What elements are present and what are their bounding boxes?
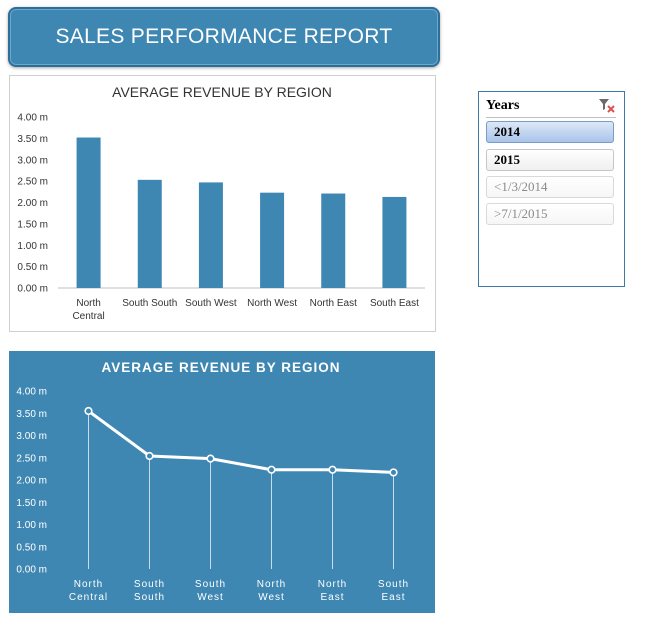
bar-x-tick-label: Central bbox=[72, 311, 104, 322]
bar-y-tick-label: 2.50 m bbox=[17, 177, 48, 188]
bar-y-tick-label: 2.00 m bbox=[17, 198, 48, 209]
clear-filter-icon[interactable] bbox=[598, 98, 616, 114]
bar-mark bbox=[198, 182, 223, 288]
line-y-tick-label: 2.00 m bbox=[16, 476, 47, 487]
line-chart-panel[interactable]: AVERAGE REVENUE BY REGION 0.00 m 0.50 m 1.0… bbox=[9, 351, 435, 613]
line-chart-title: AVERAGE REVENUE BY REGION bbox=[101, 360, 340, 375]
line-x-tick-label: East bbox=[381, 592, 405, 603]
bar-y-tick-label: 1.00 m bbox=[17, 241, 48, 252]
line-point bbox=[328, 465, 337, 474]
bar-y-tick-label: 3.00 m bbox=[17, 155, 48, 166]
bar-mark bbox=[321, 193, 346, 288]
line-x-tick-label: South bbox=[134, 592, 165, 603]
bar-y-tick-label: 4.00 m bbox=[17, 113, 48, 124]
line-y-tick-label: 1.00 m bbox=[16, 520, 47, 531]
line-x-tick-label: South bbox=[195, 579, 226, 590]
bar-mark bbox=[137, 179, 162, 288]
line-y-tick-label: 3.00 m bbox=[16, 431, 47, 442]
bar-y-tick-label: 0.00 m bbox=[17, 284, 48, 295]
line-x-tick-label: South bbox=[134, 579, 165, 590]
line-point bbox=[389, 468, 398, 477]
slicer-header: Years bbox=[486, 97, 616, 118]
slicer-item[interactable]: 2014 bbox=[486, 121, 614, 143]
line-chart: AVERAGE REVENUE BY REGION 0.00 m 0.50 m 1.0… bbox=[16, 360, 409, 603]
bar-y-tick-label: 1.50 m bbox=[17, 219, 48, 230]
line-y-tick-label: 4.00 m bbox=[16, 387, 47, 398]
bar-y-tick-label: 3.50 m bbox=[17, 134, 48, 145]
report-title: SALES PERFORMANCE REPORT bbox=[55, 25, 393, 48]
line-y-tick-label: 0.50 m bbox=[16, 542, 47, 553]
line-x-tick-label: East bbox=[320, 592, 344, 603]
line-y-tick-label: 1.50 m bbox=[16, 498, 47, 509]
slicer-title: Years bbox=[486, 98, 520, 113]
bar-x-tick-label: South South bbox=[122, 298, 177, 309]
line-point bbox=[145, 451, 154, 461]
line-point bbox=[206, 454, 215, 463]
bar-x-tick-label: South West bbox=[185, 298, 237, 309]
line-series bbox=[87, 409, 394, 474]
line-x-tick-label: North bbox=[257, 579, 286, 590]
bar-mark bbox=[260, 192, 285, 288]
line-y-tick-label: 0.00 m bbox=[16, 565, 47, 576]
bar-x-tick-label: North bbox=[76, 298, 100, 309]
bar-x-tick-label: South East bbox=[370, 298, 419, 309]
line-x-tick-label: Central bbox=[69, 592, 108, 603]
slicer-item[interactable]: <1/3/2014 bbox=[486, 176, 614, 198]
bar-y-tick-label: 0.50 m bbox=[17, 262, 48, 273]
bar-chart: AVERAGE REVENUE BY REGION 0.00 m 0.50 m 1.0… bbox=[17, 84, 425, 322]
bar-mark bbox=[382, 196, 407, 288]
line-x-tick-label: West bbox=[258, 592, 285, 603]
bar-mark bbox=[76, 137, 101, 288]
line-x-tick-label: North bbox=[74, 579, 103, 590]
line-y-tick-label: 3.50 m bbox=[16, 409, 47, 420]
line-point bbox=[84, 406, 93, 416]
bar-chart-title: AVERAGE REVENUE BY REGION bbox=[112, 84, 332, 100]
slicer-item[interactable]: 2015 bbox=[486, 149, 614, 171]
report-title-banner: SALES PERFORMANCE REPORT bbox=[8, 7, 440, 67]
slicer-item[interactable]: >7/1/2015 bbox=[486, 203, 614, 225]
line-x-tick-label: West bbox=[197, 592, 224, 603]
bar-x-tick-label: North West bbox=[247, 298, 297, 309]
line-point bbox=[267, 465, 276, 474]
line-x-tick-label: South bbox=[378, 579, 409, 590]
bar-chart-panel[interactable]: AVERAGE REVENUE BY REGION 0.00 m 0.50 m 1.0… bbox=[9, 75, 436, 332]
line-x-tick-label: North bbox=[318, 579, 347, 590]
years-slicer[interactable]: Years 2014 2015 <1/3/2014 >7/1/2015 bbox=[478, 91, 625, 287]
line-y-tick-label: 2.50 m bbox=[16, 453, 47, 464]
bar-x-tick-label: North East bbox=[310, 298, 357, 309]
